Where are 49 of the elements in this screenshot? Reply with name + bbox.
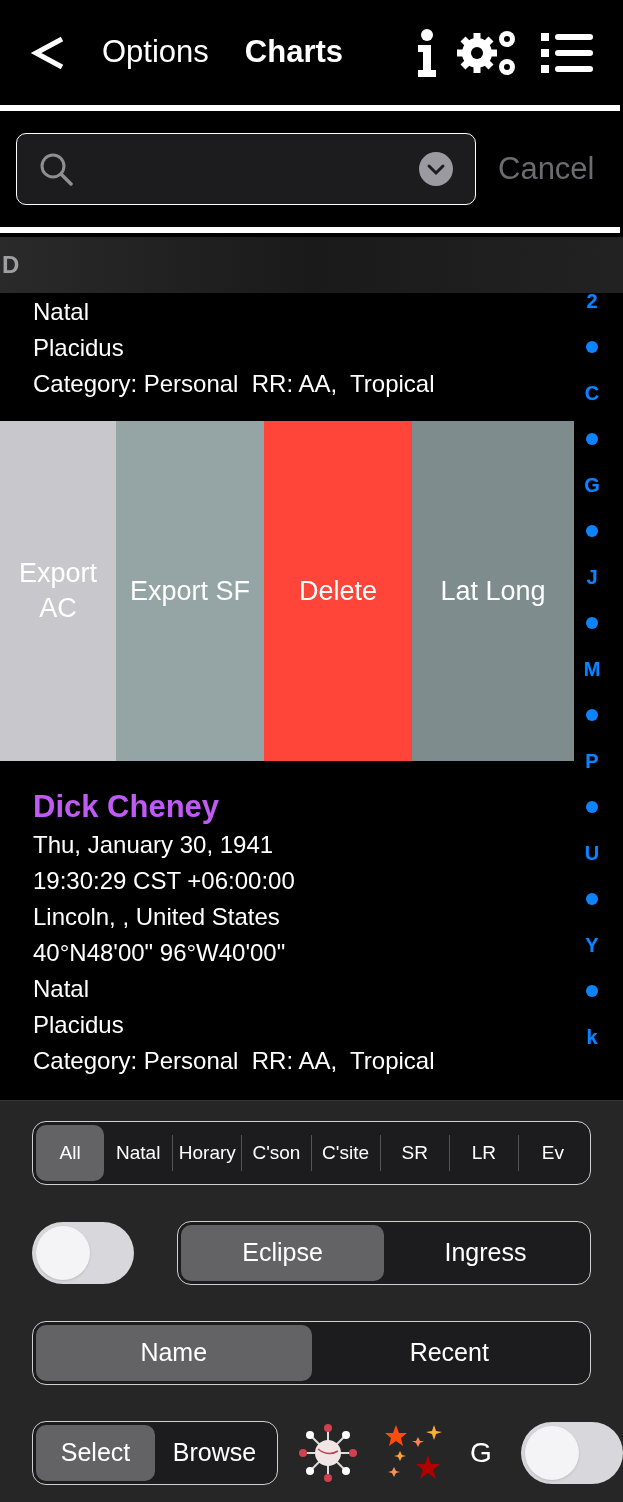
- segment-tab[interactable]: Select: [36, 1425, 155, 1481]
- segment-tab[interactable]: Browse: [155, 1425, 274, 1481]
- search-field[interactable]: [16, 133, 476, 205]
- search-icon: [39, 152, 73, 186]
- segment-tab[interactable]: Recent: [311, 1325, 587, 1381]
- index-letter[interactable]: 2: [586, 286, 598, 316]
- index-letter[interactable]: M: [583, 654, 601, 684]
- chart-detail: 40°N48'00" 96°W40'00": [33, 938, 286, 968]
- g-label: G: [470, 1436, 492, 1470]
- chart-detail: Category: Personal RR: AA, Tropical: [33, 369, 435, 399]
- sphere-icon[interactable]: [298, 1423, 358, 1483]
- chart-name[interactable]: Dick Cheney: [33, 787, 220, 827]
- index-letter[interactable]: U: [584, 838, 600, 868]
- segment-tab[interactable]: Ev: [518, 1125, 587, 1181]
- segment-tab[interactable]: Horary: [173, 1125, 242, 1181]
- chart-detail: Lincoln, , United States: [33, 902, 280, 932]
- index-letter[interactable]: J: [586, 562, 598, 592]
- swipe-action-button[interactable]: Lat Long: [412, 421, 574, 761]
- swipe-action-button[interactable]: Delete: [264, 421, 412, 761]
- chart-detail: Placidus: [33, 1010, 124, 1040]
- info-icon[interactable]: [415, 27, 439, 78]
- toggle-switch[interactable]: [521, 1422, 623, 1484]
- index-letter[interactable]: G: [584, 470, 600, 500]
- chart-detail: Natal: [33, 297, 90, 327]
- cancel-button[interactable]: Cancel: [498, 145, 595, 193]
- segment-tab[interactable]: Ingress: [384, 1225, 587, 1281]
- index-letter[interactable]: k: [586, 1022, 598, 1052]
- dropdown-icon[interactable]: [419, 152, 453, 186]
- index-letter[interactable]: P: [585, 746, 599, 776]
- list-icon[interactable]: [541, 30, 593, 75]
- back-icon[interactable]: [30, 34, 66, 71]
- screen-title: Charts: [244, 33, 344, 72]
- segment-tab[interactable]: Natal: [104, 1125, 173, 1181]
- chart-detail: Natal: [33, 974, 90, 1004]
- segment-tab[interactable]: C'site: [311, 1125, 380, 1181]
- chart-detail: Thu, January 30, 1941: [33, 830, 274, 860]
- chart-detail: 19:30:29 CST +06:00:00: [33, 866, 295, 896]
- segment-tab[interactable]: C'son: [242, 1125, 311, 1181]
- segment-tab[interactable]: Name: [36, 1325, 312, 1381]
- index-letter[interactable]: Y: [585, 930, 599, 960]
- segment-tab[interactable]: SR: [380, 1125, 449, 1181]
- chart-detail: Category: Personal RR: AA, Tropical: [33, 1046, 435, 1076]
- segment-tab[interactable]: Eclipse: [181, 1225, 384, 1281]
- segment-tab[interactable]: LR: [449, 1125, 518, 1181]
- options-link[interactable]: Options: [102, 29, 209, 76]
- segment-tab[interactable]: All: [36, 1125, 105, 1181]
- index-letter[interactable]: C: [584, 378, 600, 408]
- section-header: D: [1, 250, 20, 280]
- chart-detail: Placidus: [33, 333, 124, 363]
